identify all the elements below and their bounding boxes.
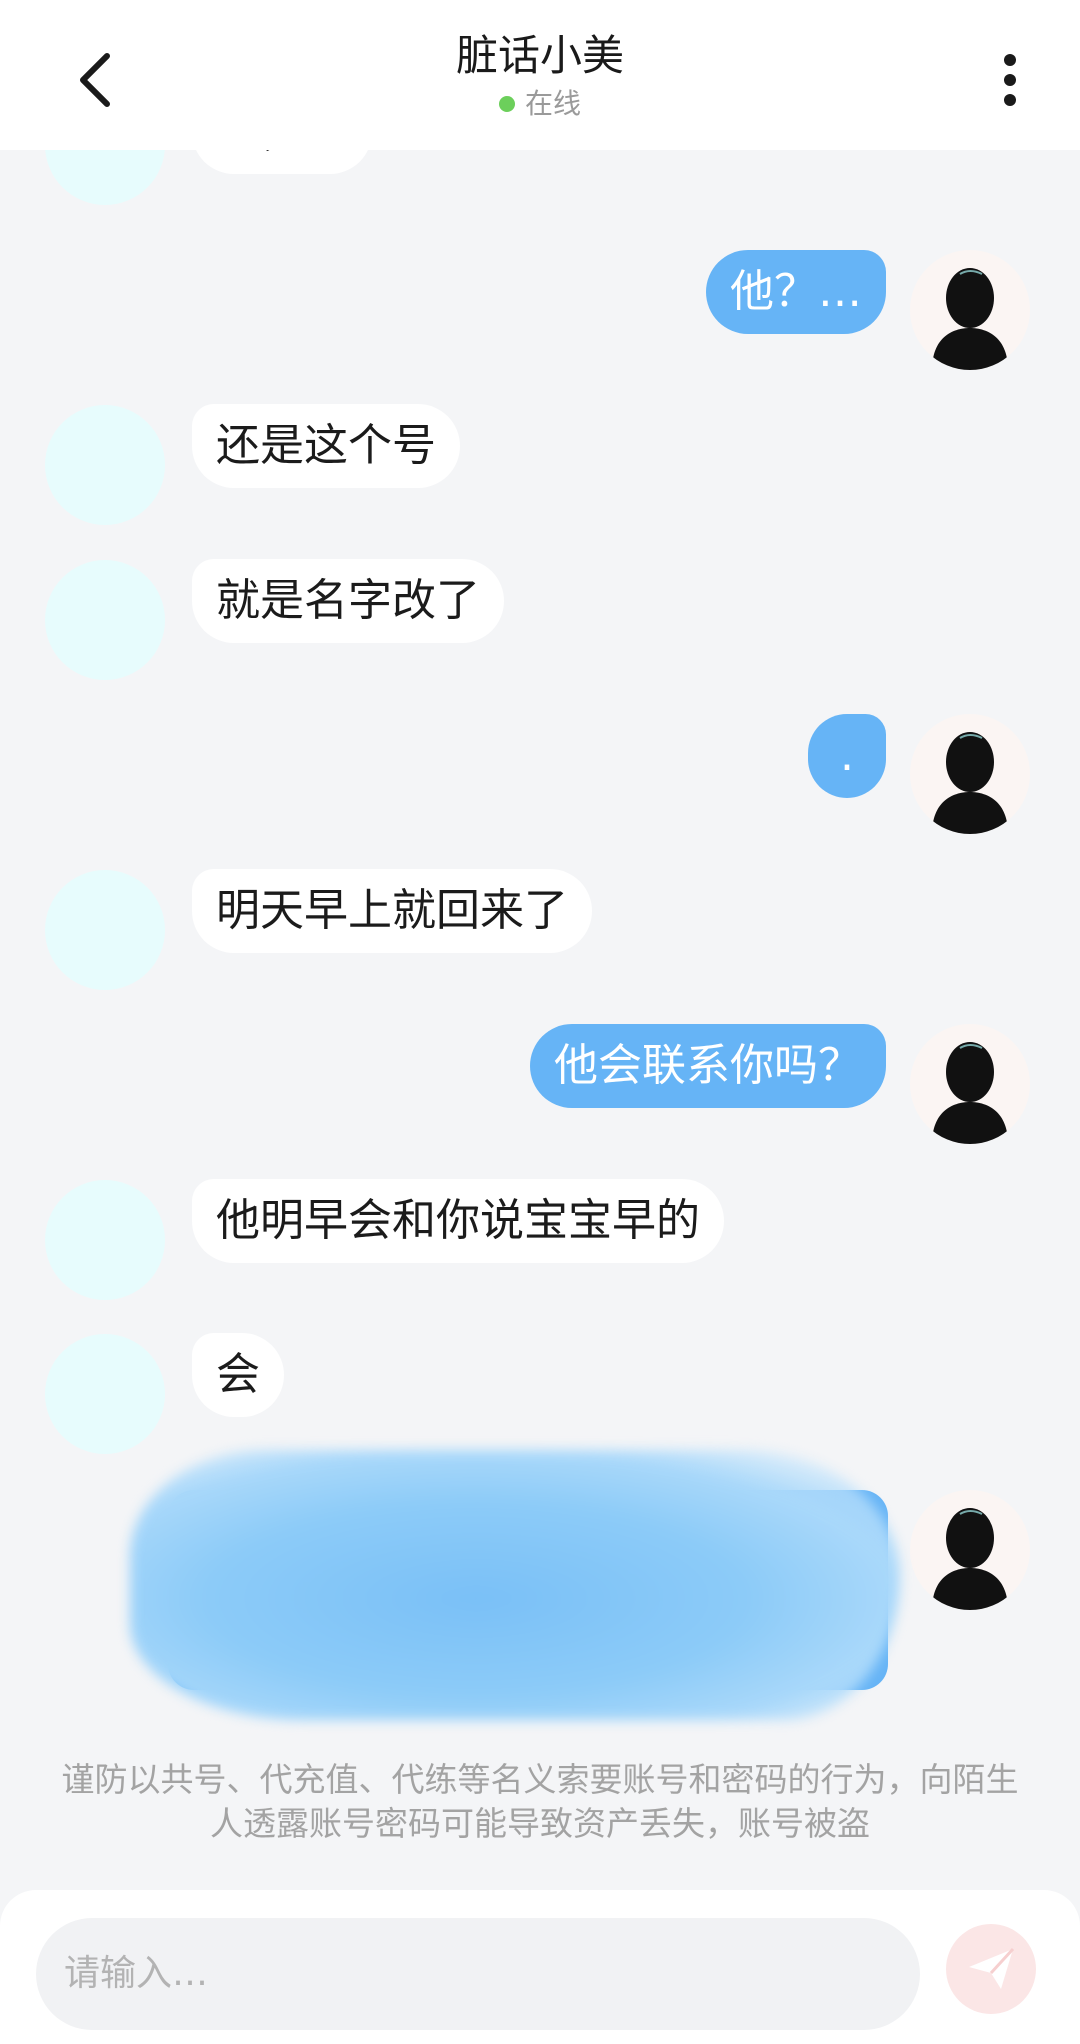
user-avatar[interactable] xyxy=(910,1024,1030,1144)
user-silhouette-icon xyxy=(932,732,1008,834)
online-status: 在线 xyxy=(498,84,581,124)
chat-header: 脏话小美 在线 xyxy=(0,0,1080,150)
user-avatar[interactable] xyxy=(910,250,1030,370)
contact-avatar[interactable] xyxy=(45,870,165,990)
message-composer: 请输入… xyxy=(0,1890,1080,2044)
incoming-message-bubble: 嗯，对 xyxy=(192,150,372,174)
user-avatar[interactable] xyxy=(910,1490,1030,1610)
contact-avatar[interactable] xyxy=(45,560,165,680)
outgoing-message-bubble: 他会联系你吗？ xyxy=(530,1024,886,1108)
contact-avatar[interactable] xyxy=(45,150,165,205)
user-avatar[interactable] xyxy=(910,714,1030,834)
contact-name: 脏话小美 xyxy=(455,31,624,80)
message-list[interactable]: 嗯，对 他？… 还是这个号 就是名字改了 . 明天早上就回来了 他会联系你吗？ xyxy=(0,150,1080,1890)
incoming-message-bubble: 明天早上就回来了 xyxy=(192,869,592,953)
incoming-message-bubble: 还是这个号 xyxy=(192,404,460,488)
more-vertical-icon xyxy=(1004,54,1016,106)
contact-avatar[interactable] xyxy=(45,1334,165,1454)
user-silhouette-icon xyxy=(932,268,1008,370)
incoming-message-bubble: 他明早会和你说宝宝早的 xyxy=(192,1179,724,1263)
user-silhouette-icon xyxy=(932,1508,1008,1610)
safety-warning: 谨防以共号、代充值、代练等名义索要账号和密码的行为，向陌生人透露账号密码可能导致… xyxy=(61,1760,1019,1843)
online-dot-icon xyxy=(498,96,515,112)
contact-info: 脏话小美 在线 xyxy=(0,28,1080,124)
incoming-message-bubble: 会 xyxy=(192,1333,284,1417)
incoming-message-bubble: 就是名字改了 xyxy=(192,559,504,643)
send-button[interactable] xyxy=(946,1924,1036,2014)
contact-avatar[interactable] xyxy=(45,405,165,525)
more-options-button[interactable] xyxy=(980,45,1040,115)
outgoing-message-bubble: 他？… xyxy=(706,250,886,334)
online-status-label: 在线 xyxy=(524,87,581,120)
outgoing-message-bubble: . xyxy=(808,714,886,798)
user-silhouette-icon xyxy=(932,1042,1008,1144)
redaction-scribble xyxy=(130,1450,900,1720)
contact-avatar[interactable] xyxy=(45,1180,165,1300)
send-icon xyxy=(969,1947,1015,1989)
message-input[interactable]: 请输入… xyxy=(36,1918,920,2030)
